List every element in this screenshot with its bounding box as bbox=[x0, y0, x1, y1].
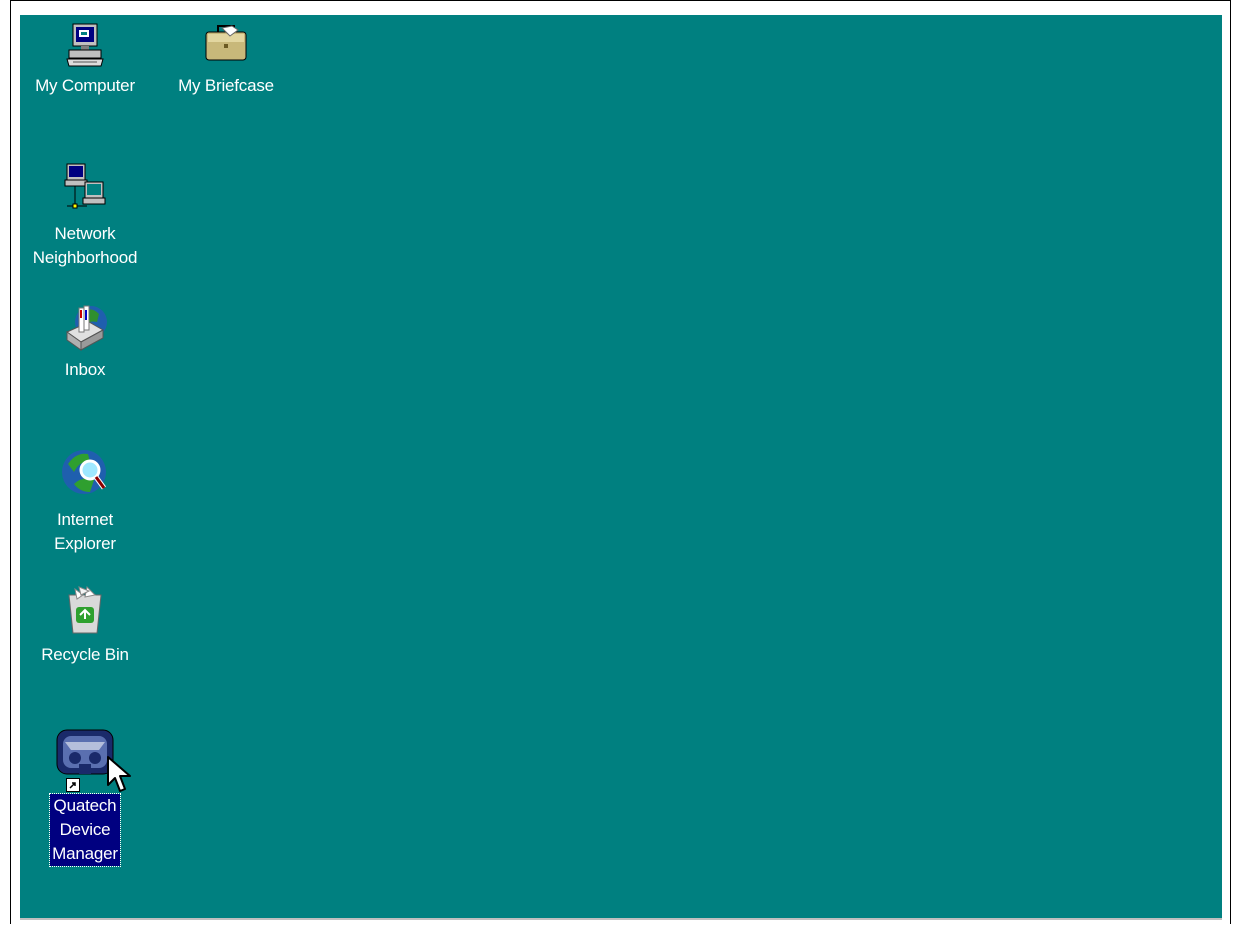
computer-icon bbox=[66, 23, 104, 67]
desktop-icon-internet-explorer[interactable]: Internet Explorer bbox=[25, 440, 145, 556]
icon-label: Network Neighborhood bbox=[32, 224, 138, 267]
desktop-icon-quatech-device-manager[interactable]: Quatech Device Manager bbox=[25, 728, 145, 867]
shortcut-arrow-icon bbox=[66, 778, 80, 792]
desktop-divider bbox=[20, 918, 1222, 920]
internet-explorer-icon bbox=[62, 450, 107, 494]
briefcase-icon bbox=[205, 25, 247, 61]
icon-label: My Computer bbox=[35, 76, 135, 95]
icon-label: Internet Explorer bbox=[54, 510, 116, 553]
icon-label: Recycle Bin bbox=[41, 645, 129, 664]
icon-label: My Briefcase bbox=[178, 76, 274, 95]
icon-label: Quatech Device Manager bbox=[49, 793, 121, 867]
desktop-icon-network-neighborhood[interactable]: Network Neighborhood bbox=[25, 160, 145, 270]
desktop-icon-recycle-bin[interactable]: Recycle Bin bbox=[25, 585, 145, 667]
recycle-bin-icon bbox=[68, 585, 102, 634]
desktop[interactable] bbox=[20, 15, 1222, 918]
desktop-icon-my-briefcase[interactable]: My Briefcase bbox=[166, 22, 286, 98]
desktop-icon-my-computer[interactable]: My Computer bbox=[25, 22, 145, 98]
mouse-pointer-icon bbox=[107, 756, 131, 792]
icon-label: Inbox bbox=[64, 360, 106, 379]
inbox-icon bbox=[66, 305, 107, 351]
network-icon bbox=[64, 163, 106, 209]
desktop-icon-inbox[interactable]: Inbox bbox=[25, 300, 145, 382]
